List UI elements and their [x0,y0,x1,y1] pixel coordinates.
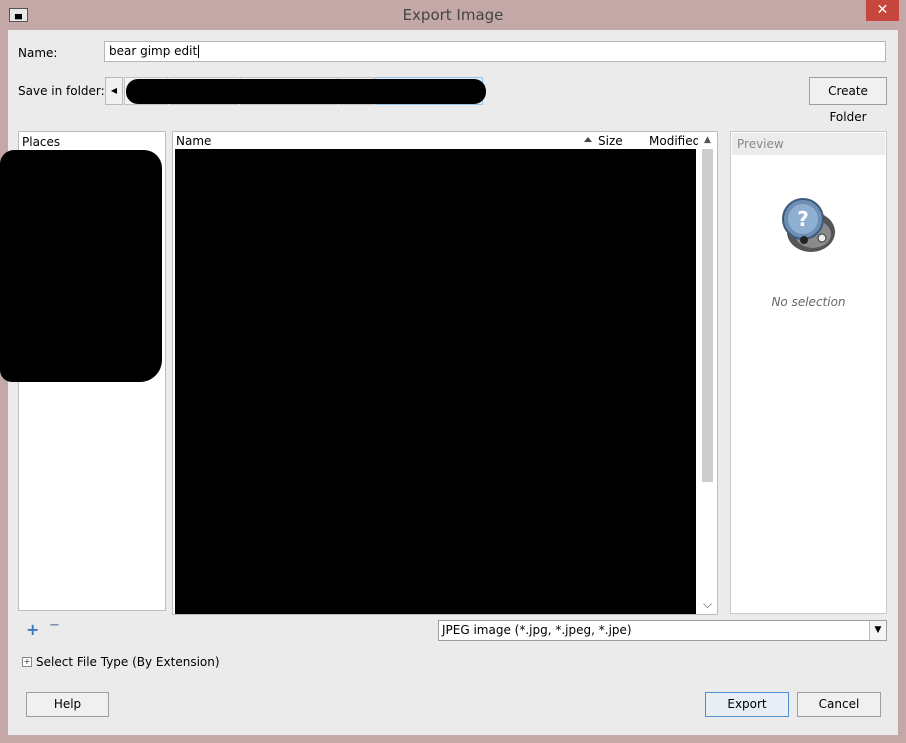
file-type-value: JPEG image (*.jpg, *.jpeg, *.jpe) [442,623,632,637]
window-title: Export Image [402,6,504,24]
preview-panel: Preview ? No selection [730,131,887,614]
export-button[interactable]: Export [705,692,789,717]
title-bar[interactable]: ▄ Export Image ✕ [0,0,906,30]
file-list-header: Name Size Modified [173,132,700,149]
redaction-path [126,79,486,104]
redaction-places [0,150,162,382]
file-type-select[interactable]: JPEG image (*.jpg, *.jpeg, *.jpe) ▼ [438,620,887,641]
sort-ascending-icon [584,137,592,142]
chevron-down-icon[interactable]: ▼ [869,621,886,640]
question-mark-gimp-icon: ? [782,198,835,252]
create-folder-button[interactable]: Create Folder [809,77,887,124]
svg-text:?: ? [797,207,809,231]
name-label: Name: [18,46,57,60]
select-file-type-toggle[interactable]: Select File Type (By Extension) [36,655,220,669]
expander-icon[interactable]: + [22,657,32,667]
name-label-text: Name: [18,46,58,60]
close-button[interactable]: ✕ [866,0,899,21]
filename-value: bear gimp edit [109,44,198,58]
scroll-down-icon[interactable]: ⌵ [702,597,713,612]
filename-input[interactable]: bear gimp edit [104,41,886,62]
cancel-button[interactable]: Cancel [797,692,881,717]
help-button[interactable]: Help [26,692,109,717]
places-header: Places [22,135,61,149]
path-back-button[interactable]: ◀ [105,77,123,105]
scroll-up-icon[interactable]: ▲ [702,135,713,145]
add-bookmark-button[interactable]: + [26,620,39,639]
column-modified[interactable]: Modified [649,134,700,148]
text-caret [198,45,200,58]
no-selection-text: No selection [771,295,846,309]
column-name[interactable]: Name [176,134,211,148]
file-list-panel[interactable]: Name Size Modified ▲ ⌵ [172,131,718,615]
redaction-files [175,149,696,614]
column-size[interactable]: Size [598,134,623,148]
remove-bookmark-button[interactable]: − [49,618,60,633]
scroll-thumb[interactable] [702,149,713,482]
preview-header[interactable]: Preview [732,133,885,155]
save-in-folder-label: Save in folder: [18,84,105,98]
